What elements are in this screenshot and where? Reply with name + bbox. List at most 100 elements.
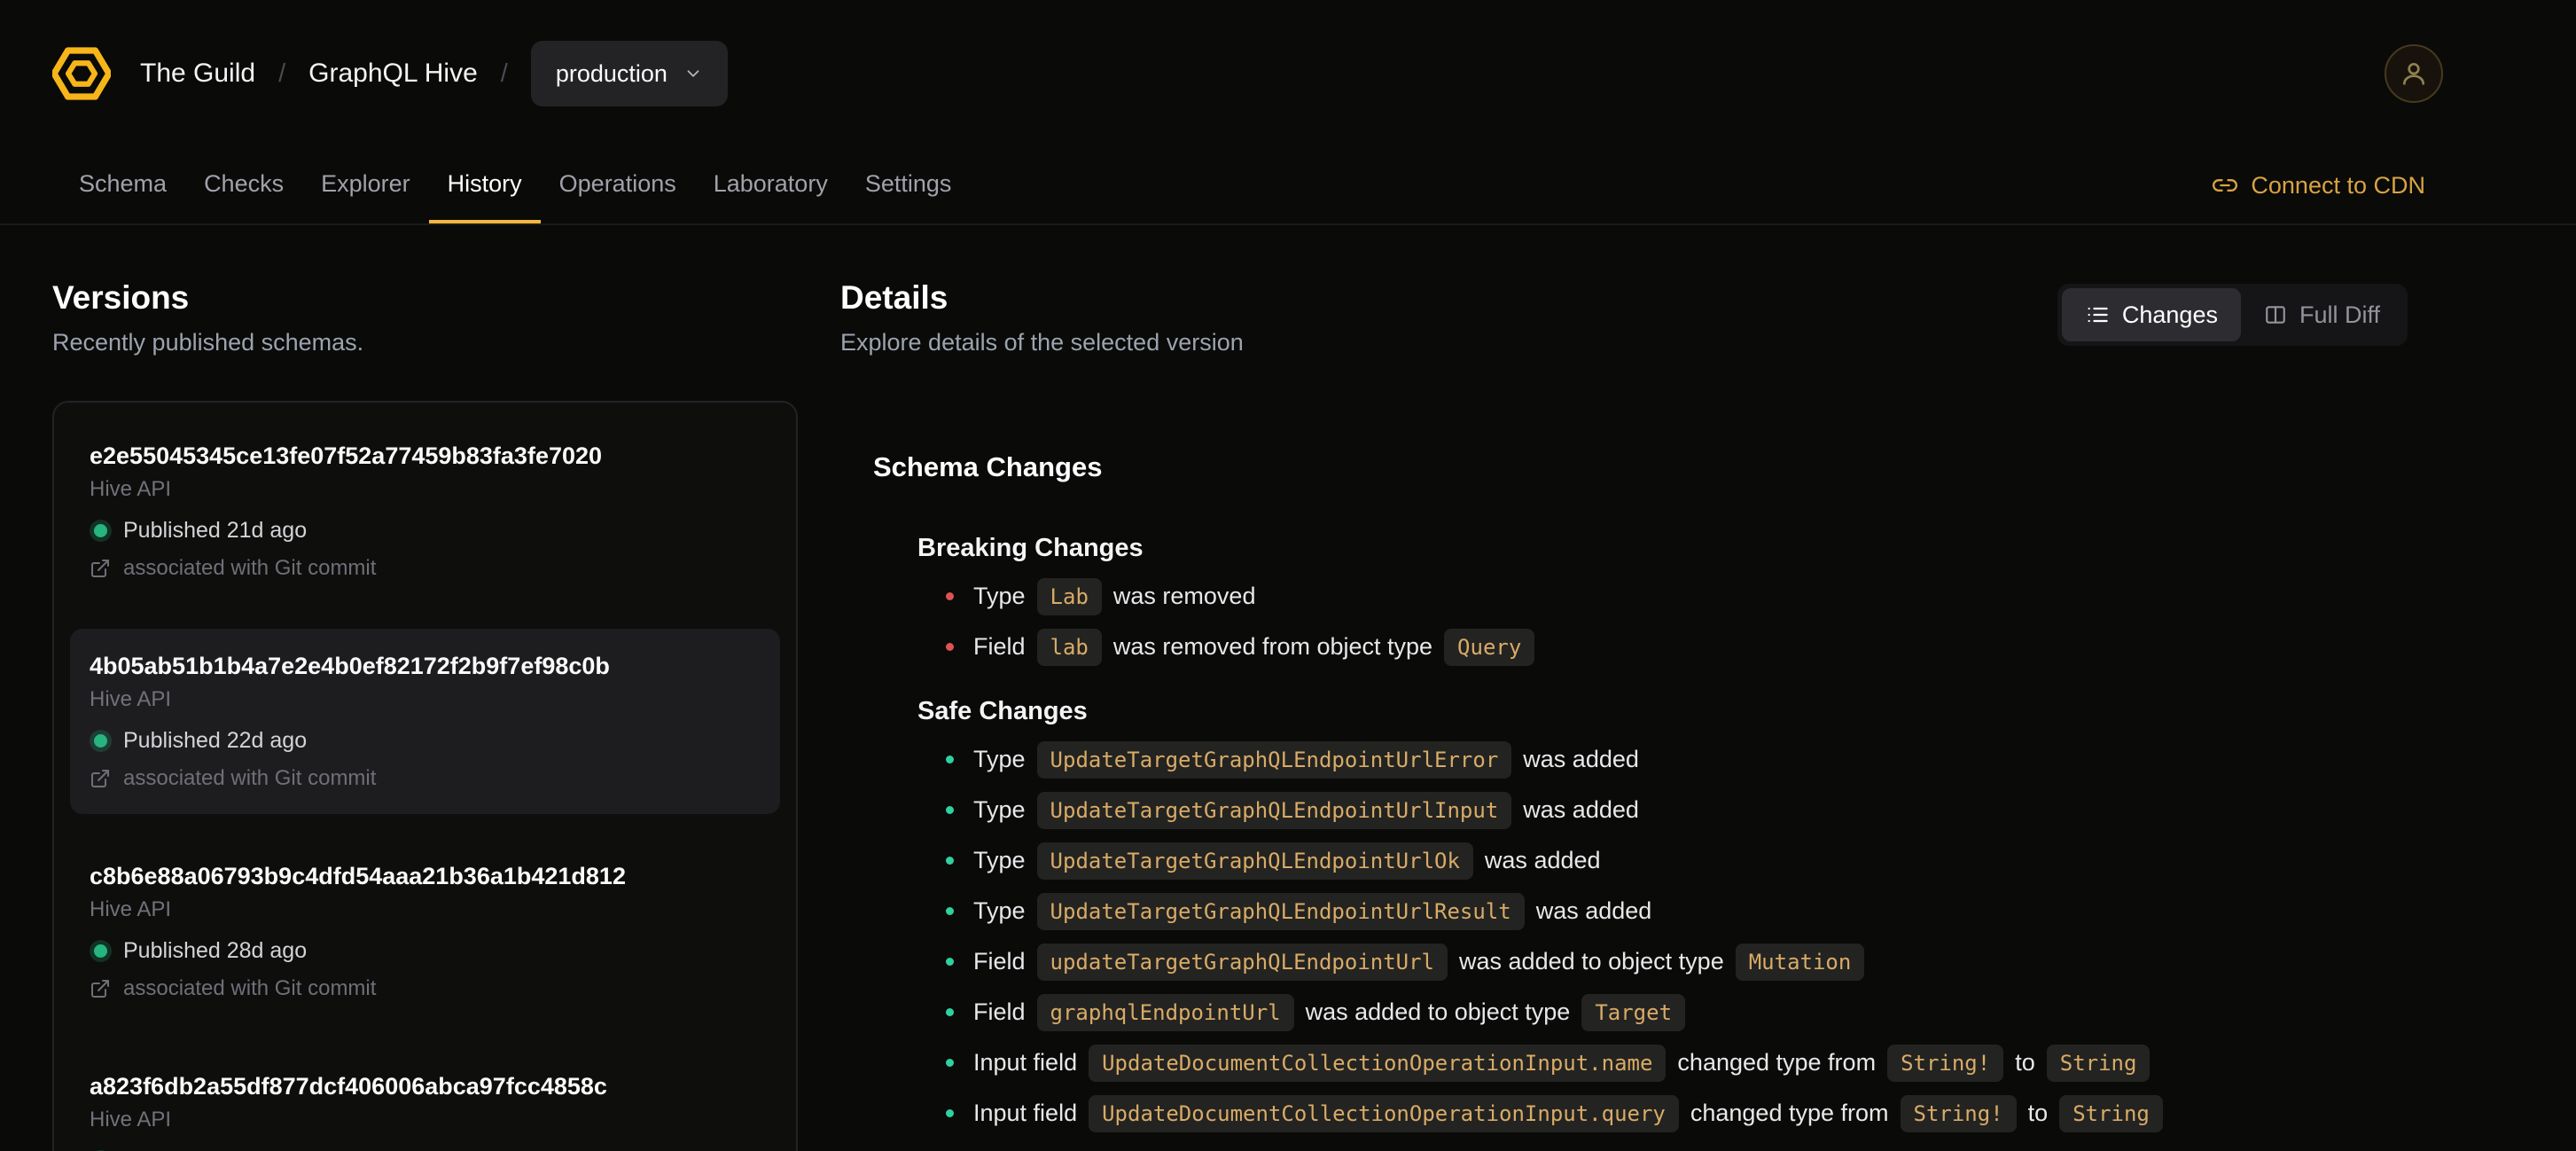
change-text: Input field [973,1049,1078,1076]
full-diff-view-label: Full Diff [2299,301,2380,328]
change-text: Field [973,998,1026,1025]
version-published-row: Published 28d ago [90,938,761,964]
change-groups: Breaking Changes Type Lab was removed Field l… [840,532,2408,1139]
details-title: Details [840,279,948,316]
tab-checks[interactable]: Checks [185,147,302,223]
version-hash: 4b05ab51b1b4a7e2e4b0ef82172f2b9f7ef98c0b [90,653,610,679]
code-chip: graphqlEndpointUrl [1036,993,1294,1031]
version-service: Hive API [90,477,172,501]
change-text: was added to object type [1459,948,1724,975]
tab-list: Schema Checks Explorer History Operations Lab… [60,147,970,223]
change-text: Type [973,897,1026,924]
change-bullet-icon [946,806,954,814]
tab-history[interactable]: History [428,147,541,223]
tab-explorer[interactable]: Explorer [302,147,429,223]
change-bullet-icon [946,1008,954,1016]
code-chip: UpdateTargetGraphQLEndpointUrlOk [1036,842,1473,880]
published-dot-icon [94,734,107,748]
change-item: Input field UpdateDocumentCollectionOpera… [946,1088,2408,1139]
change-text: was added [1523,796,1639,823]
tab-schema[interactable]: Schema [60,147,185,223]
change-item: Field updateTargetGraphQLEndpointUrl was a… [946,936,2408,987]
code-chip: String [2059,1094,2163,1132]
change-item: Input field UpdateDocumentCollectionOpera… [946,1037,2408,1088]
change-list: Type Lab was removed Field lab was removed fr… [917,571,2408,672]
tab-operations[interactable]: Operations [541,147,695,223]
change-bullet-icon [946,1109,954,1117]
change-text: Input field [973,1100,1078,1126]
code-chip: Mutation [1735,943,1865,981]
change-text: Type [973,847,1026,873]
code-chip: UpdateDocumentCollectionOperationInput.n… [1089,1044,1667,1082]
change-bullet-icon [946,958,954,966]
details-subtitle: Explore details of the selected version [840,329,1244,356]
change-bullet-icon [946,857,954,865]
breadcrumb-org[interactable]: The Guild [140,59,255,89]
change-text: Type [973,796,1026,823]
user-menu-button[interactable] [2385,44,2443,103]
code-chip: UpdateTargetGraphQLEndpointUrlResult [1036,892,1525,930]
tab-settings[interactable]: Settings [847,147,971,223]
columns-icon [2264,303,2287,326]
target-selector-dropdown[interactable]: production [530,41,728,106]
hive-logo[interactable] [52,44,111,103]
tab-bar: Schema Checks Explorer History Operations Lab… [0,147,2576,225]
version-card[interactable]: e2e55045345ce13fe07f52a77459b83fa3fe7020… [70,419,780,604]
version-hash: c8b6e88a06793b9c4dfd54aaa21b36a1b421d812 [90,863,626,889]
change-item: Type UpdateTargetGraphQLEndpointUrlInput w… [946,785,2408,835]
connect-to-cdn-label: Connect to CDN [2251,171,2425,199]
change-group-title: Breaking Changes [917,534,1144,562]
version-card[interactable]: a823f6db2a55df877dcf406006abca97fcc4858c… [70,1049,780,1151]
change-item: Field lab was removed from object type Quer… [946,622,2408,672]
link-icon [2213,173,2238,198]
published-dot-icon [94,944,107,958]
change-group-breaking: Breaking Changes Type Lab was removed Field l… [917,532,2408,672]
version-service: Hive API [90,687,172,711]
version-commit-row: associated with Git commit [90,976,761,1001]
change-item: Type UpdateTargetGraphQLEndpointUrlResult… [946,886,2408,936]
change-text: Type [973,746,1026,772]
change-text: Type [973,583,1026,609]
change-text: to [2015,1049,2035,1076]
user-avatar-icon [2400,59,2428,88]
target-selector-value: production [555,59,667,87]
version-card[interactable]: c8b6e88a06793b9c4dfd54aaa21b36a1b421d812… [70,839,780,1024]
version-card[interactable]: 4b05ab51b1b4a7e2e4b0ef82172f2b9f7ef98c0b… [70,629,780,814]
change-text: was removed [1112,583,1256,609]
code-chip: updateTargetGraphQLEndpointUrl [1036,943,1448,981]
change-list: Type UpdateTargetGraphQLEndpointUrlError w… [917,734,2408,1139]
breadcrumb-project[interactable]: GraphQL Hive [308,59,478,89]
code-chip: UpdateTargetGraphQLEndpointUrlInput [1036,791,1512,829]
change-bullet-icon [946,907,954,915]
version-commit-label: associated with Git commit [123,556,377,580]
code-chip: UpdateDocumentCollectionOperationInput.q… [1089,1094,1679,1132]
full-diff-view-button[interactable]: Full Diff [2241,288,2403,341]
code-chip: String! [1887,1044,2004,1082]
version-published: Published 22d ago [123,728,308,753]
code-chip: Target [1581,993,1686,1031]
change-item: Type UpdateTargetGraphQLEndpointUrlOk was … [946,835,2408,886]
versions-subtitle: Recently published schemas. [52,329,364,356]
app-header: The Guild / GraphQL Hive / production Sc… [0,0,2576,225]
change-item: Type Lab was removed [946,571,2408,622]
view-toggle-group: Changes Full Diff [2057,284,2408,346]
connect-to-cdn-link[interactable]: Connect to CDN [2213,147,2425,223]
external-link-icon [91,980,109,998]
breadcrumb: The Guild / GraphQL Hive / production [140,41,728,106]
versions-list: e2e55045345ce13fe07f52a77459b83fa3fe7020… [52,401,798,1151]
breadcrumb-separator: / [278,59,286,88]
version-published-row: Published 22d ago [90,728,761,754]
change-text: to [2027,1100,2049,1126]
version-published: Published 21d ago [123,518,308,543]
change-group-title: Safe Changes [917,697,1088,725]
change-text: was added [1484,847,1601,873]
change-text: changed type from [1677,1049,1877,1076]
version-commit-label: associated with Git commit [123,766,377,790]
tab-laboratory[interactable]: Laboratory [695,147,847,223]
versions-panel: Versions Recently published schemas. e2e… [52,278,798,1151]
change-item: Field graphqlEndpointUrl was added to obje… [946,987,2408,1037]
version-service: Hive API [90,897,172,921]
version-hash: e2e55045345ce13fe07f52a77459b83fa3fe7020 [90,442,603,469]
changes-view-button[interactable]: Changes [2061,288,2241,341]
version-published: Published 28d ago [123,938,308,963]
